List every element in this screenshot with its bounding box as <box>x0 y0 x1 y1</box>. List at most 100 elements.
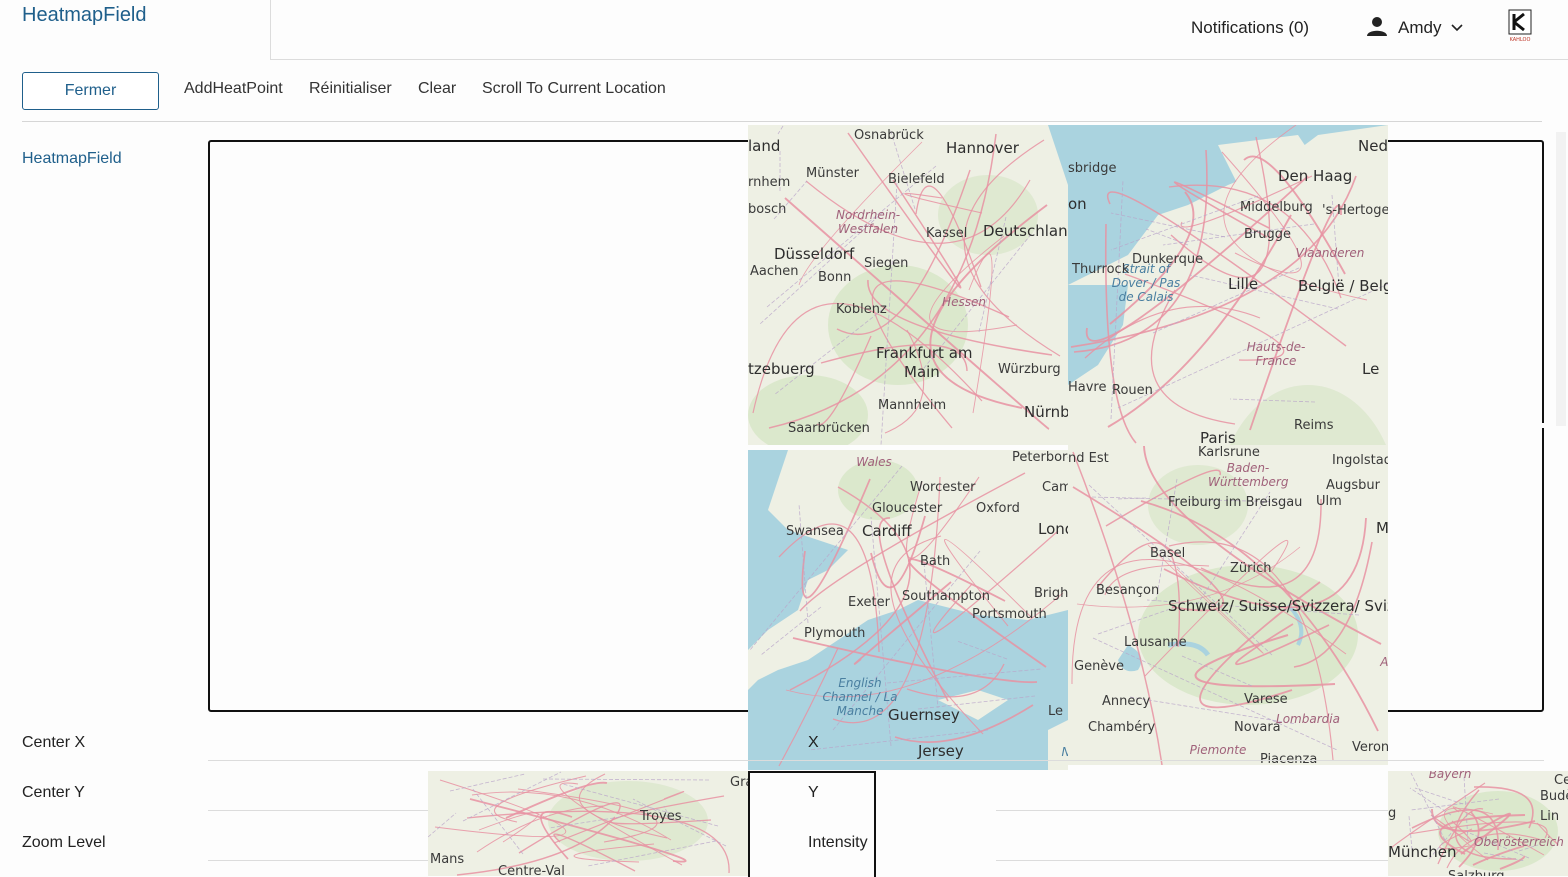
close-button[interactable]: Fermer <box>22 72 159 110</box>
company-logo[interactable]: KAHLOO <box>1506 8 1534 46</box>
map-place-label: Piacenza <box>1260 752 1318 765</box>
x-label: X <box>808 734 819 751</box>
map-place-label: Cam <box>1042 480 1068 495</box>
map-place-label: Freiburg im Breisgau <box>1168 495 1303 510</box>
map-place-label: Kassel <box>926 226 968 241</box>
map-place-label: Chambéry <box>1088 720 1156 735</box>
map-place-label: Annecy <box>1102 694 1151 709</box>
map-tile-lowlands[interactable]: Den Haag Middelburg 's-Hertogenb BruggeVlaa… <box>1068 125 1388 445</box>
map-place-label: België / Belgique / Belgien <box>1298 277 1388 295</box>
zoom-level-input[interactable] <box>208 860 428 861</box>
map-place-label: Hessen <box>942 295 986 309</box>
user-menu[interactable]: Amdy <box>1366 16 1464 40</box>
map-place-label: Bonn <box>818 270 852 285</box>
map-place-label: sbridge <box>1068 161 1117 176</box>
map-place-label: Thurrock <box>1072 262 1130 277</box>
map-place-label: Swansea <box>786 524 844 539</box>
map-place-label: Genève <box>1074 659 1125 674</box>
app-title[interactable]: HeatmapField <box>22 4 147 27</box>
center-y-input-tail <box>996 810 1388 811</box>
map-place-label: Den Haag <box>1278 167 1353 185</box>
map-tile-germany[interactable]: Osnabrück Hannover Münster Bielefeld Nordrhe… <box>748 125 1068 445</box>
map-place-label: Le <box>1362 360 1380 378</box>
field-label: HeatmapField <box>22 150 122 167</box>
map-place-label: Centre-Val <box>498 864 565 876</box>
center-y-input[interactable] <box>208 810 428 811</box>
map-place-label: Worcester <box>910 480 976 495</box>
map-place-label: Gloucester <box>872 501 943 516</box>
map-place-label: Hauts-de-France <box>1246 340 1306 368</box>
map-place-label: Trent <box>1364 637 1388 651</box>
map-place-label: München <box>1388 843 1457 861</box>
map-place-label: Karlsrune <box>1198 445 1260 460</box>
map-place-label: Guernsey <box>888 706 960 724</box>
map-place-label: Sud <box>1366 671 1388 685</box>
map-place-label: M <box>1376 519 1388 537</box>
clear-button[interactable]: Clear <box>418 80 456 98</box>
map-tile-graphic <box>428 771 748 876</box>
map-place-label: Nordrhein-Westfalen <box>835 208 901 236</box>
toolbar-divider <box>22 121 1542 122</box>
map-place-label: Piemonte <box>1189 743 1247 757</box>
reset-button[interactable]: Réinitialiser <box>309 80 392 98</box>
map-tile-alps[interactable]: nd Est Karlsrune Baden-Württemberg Ingolsta… <box>1068 445 1388 765</box>
map-place-label: Veron <box>1352 740 1388 755</box>
map-place-label: Koblenz <box>836 302 887 317</box>
map-place-label: Mannheim <box>878 398 947 413</box>
map-place-label: Cardiff <box>862 522 912 540</box>
map-tile-bavaria[interactable]: Bayern CeBudě Lin Oberösterreich München Salz… <box>1388 771 1568 876</box>
map-place-label: Middelburg <box>1240 200 1313 215</box>
map-place-label: Gra <box>730 775 748 790</box>
map-place-label: Basel <box>1150 546 1186 561</box>
map-place-label: Jersey <box>918 742 964 760</box>
map-place-label: Baden-Württemberg <box>1208 461 1289 489</box>
notifications-link[interactable]: Notifications (0) <box>1191 18 1309 38</box>
map-place-label: Besançon <box>1096 583 1160 598</box>
map-place-label: bosch <box>748 202 787 217</box>
map-place-label: Salzburg <box>1448 869 1505 876</box>
map-place-label: Lin <box>1540 809 1560 824</box>
map-place-label: Havre <box>1068 380 1107 395</box>
map-tile-england[interactable]: Wales Worcester Cam Gloucester Oxford Lond Swa… <box>748 450 1068 770</box>
add-heat-point-button[interactable]: AddHeatPoint <box>184 80 283 98</box>
map-place-label: Ce <box>1554 773 1568 788</box>
center-x-label: Center X <box>22 734 86 751</box>
map-place-label: Brigh <box>1034 586 1068 601</box>
svg-text:KAHLOO: KAHLOO <box>1510 37 1531 43</box>
header-bottom-border <box>270 59 1568 60</box>
scroll-to-location-button[interactable]: Scroll To Current Location <box>482 80 666 98</box>
map-place-label: Lond <box>1038 520 1068 538</box>
map-place-label: Lille <box>1228 275 1259 293</box>
map-place-label: Mans <box>430 852 465 867</box>
map-place-label: Varese <box>1244 692 1288 707</box>
map-place-label: Le <box>1048 704 1064 719</box>
map-place-label: Paris <box>1200 429 1236 445</box>
map-place-label: Brugge <box>1244 227 1292 242</box>
map-place-label: tzebuerg <box>748 360 815 378</box>
map-place-label: Saarbrücken <box>788 421 870 436</box>
map-place-label: Ingolstad <box>1332 453 1388 468</box>
map-place-label: Peterborough <box>1012 450 1068 465</box>
map-place-label: Budě <box>1540 789 1568 804</box>
map-place-label: Aachen <box>750 264 799 279</box>
map-place-label: Würzburg <box>998 362 1061 377</box>
center-x-input[interactable] <box>208 760 1544 761</box>
map-place-label: Wales <box>856 455 892 469</box>
map-place-label: Deutschlan <box>983 222 1068 240</box>
map-place-label: Zürich <box>1230 561 1272 576</box>
map-place-label: Schweiz/ Suisse/Svizzera/ Svizra <box>1168 597 1388 615</box>
map-place-label: on <box>1068 195 1087 213</box>
map-place-label: Exeter <box>848 595 890 610</box>
map-place-label: Southampton <box>902 589 990 604</box>
map-tile-champagne[interactable]: Troyes Mans Centre-Val Gra <box>428 771 748 876</box>
map-place-label: Hannover <box>946 139 1019 157</box>
map-place-label: Augsbur <box>1326 478 1380 493</box>
map-place-label: Reims <box>1294 418 1334 433</box>
chevron-down-icon <box>1451 19 1464 37</box>
map-place-label: Lombardia <box>1276 712 1340 726</box>
map-place-label: Neder <box>1358 137 1388 155</box>
scrollbar[interactable] <box>1556 132 1566 426</box>
map-place-label: 's-Hertogenb <box>1322 203 1388 218</box>
zoom-level-label: Zoom Level <box>22 834 106 851</box>
map-place-label: Nürnb <box>1024 403 1068 421</box>
